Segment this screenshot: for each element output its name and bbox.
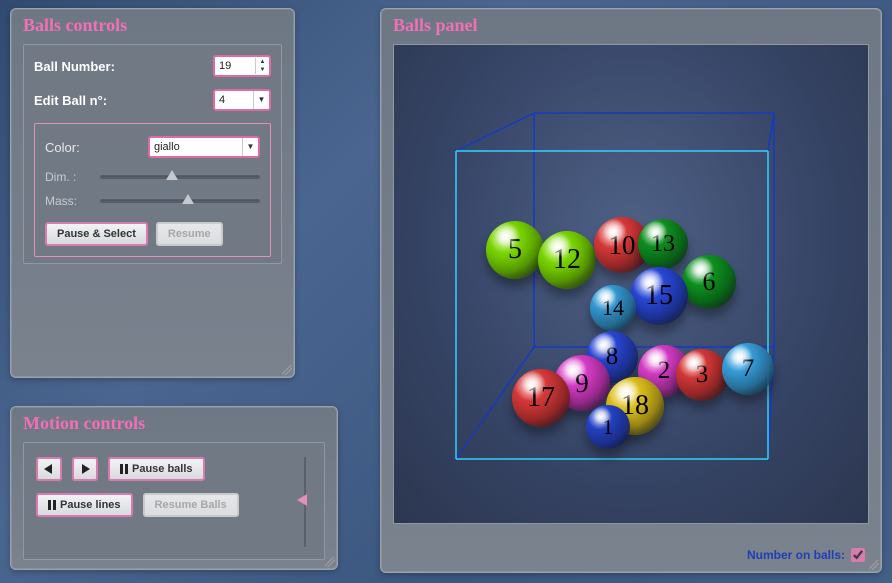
number-on-balls-label: Number on balls:	[747, 548, 845, 562]
edit-ball-value: 4	[215, 94, 253, 106]
resume-button: Resume	[156, 222, 223, 246]
balls-controls-panel: Balls controls Ball Number: 19 ▲ ▼ Edit …	[10, 8, 295, 378]
chevron-down-icon[interactable]: ▼	[253, 91, 269, 109]
number-on-balls-row: Number on balls:	[747, 548, 865, 562]
ball-number-label: Ball Number:	[34, 59, 213, 74]
edit-ball-row: Edit Ball n°: 4 ▼	[34, 89, 271, 111]
resume-balls-label: Resume Balls	[155, 499, 227, 511]
ball[interactable]: 12	[538, 231, 596, 289]
ball[interactable]: 3	[676, 349, 728, 401]
pause-balls-label: Pause balls	[132, 463, 193, 475]
triangle-right-icon	[80, 464, 90, 474]
spinner-down-icon[interactable]: ▼	[256, 66, 269, 74]
resize-grip-icon[interactable]	[325, 557, 335, 567]
mass-slider[interactable]	[100, 199, 260, 203]
color-select[interactable]: giallo ▼	[148, 136, 260, 158]
balls-panel: Balls panel 5121013615148237917181 Numbe…	[380, 8, 882, 573]
balls-panel-title: Balls panel	[381, 9, 881, 44]
edit-ball-select[interactable]: 4 ▼	[213, 89, 271, 111]
color-row: Color: giallo ▼	[45, 136, 260, 158]
ball[interactable]: 13	[638, 219, 688, 269]
color-value: giallo	[150, 141, 242, 153]
pause-icon	[120, 464, 128, 474]
pause-icon	[48, 500, 56, 510]
triangle-left-icon	[44, 464, 54, 474]
balls-canvas[interactable]: 5121013615148237917181	[393, 44, 869, 524]
ball-number-row: Ball Number: 19 ▲ ▼	[34, 55, 271, 77]
resume-label: Resume	[168, 228, 211, 240]
ball-number-spinner[interactable]: 19 ▲ ▼	[213, 55, 271, 77]
ball-number-value: 19	[215, 60, 255, 72]
ball[interactable]: 17	[512, 369, 570, 427]
ball[interactable]: 7	[722, 343, 774, 395]
speed-slider[interactable]	[298, 457, 312, 547]
motion-buttons-area: Pause balls Pause lines Resume Balls	[36, 457, 282, 547]
pause-select-button[interactable]: Pause & Select	[45, 222, 148, 246]
color-label: Color:	[45, 140, 148, 155]
chevron-down-icon[interactable]: ▼	[242, 138, 258, 156]
dim-slider-thumb[interactable]	[166, 170, 178, 180]
resume-balls-button: Resume Balls	[143, 493, 239, 517]
pause-select-label: Pause & Select	[57, 228, 136, 240]
dim-slider[interactable]	[100, 175, 260, 179]
motion-controls-body: Pause balls Pause lines Resume Balls	[23, 442, 325, 560]
resize-grip-icon[interactable]	[869, 560, 879, 570]
pause-balls-button[interactable]: Pause balls	[108, 457, 205, 481]
mass-slider-thumb[interactable]	[182, 194, 194, 204]
ball[interactable]: 6	[682, 255, 736, 309]
balls-controls-title: Balls controls	[11, 9, 294, 44]
pause-lines-button[interactable]: Pause lines	[36, 493, 133, 517]
edit-ball-label: Edit Ball n°:	[34, 93, 213, 108]
dim-row: Dim. :	[45, 170, 260, 184]
spinner-up-icon[interactable]: ▲	[256, 58, 269, 66]
motion-controls-panel: Motion controls Pause balls Pause lines	[10, 406, 338, 570]
resize-grip-icon[interactable]	[282, 365, 292, 375]
mass-label: Mass:	[45, 194, 100, 208]
edit-buttons-row: Pause & Select Resume	[45, 222, 260, 246]
ball[interactable]: 15	[630, 267, 688, 325]
number-on-balls-checkbox[interactable]	[851, 548, 865, 562]
mass-row: Mass:	[45, 194, 260, 208]
step-back-button[interactable]	[36, 457, 62, 481]
ball[interactable]: 5	[486, 221, 544, 279]
balls-controls-body: Ball Number: 19 ▲ ▼ Edit Ball n°: 4 ▼ Co…	[23, 44, 282, 264]
pause-lines-label: Pause lines	[60, 499, 121, 511]
speed-slider-thumb[interactable]	[297, 494, 307, 506]
ball[interactable]: 14	[590, 285, 636, 331]
spinner-arrows: ▲ ▼	[255, 58, 269, 74]
motion-row-2: Pause lines Resume Balls	[36, 493, 282, 517]
motion-controls-title: Motion controls	[11, 407, 337, 442]
step-forward-button[interactable]	[72, 457, 98, 481]
ball-edit-subgroup: Color: giallo ▼ Dim. : Mass:	[34, 123, 271, 257]
motion-row-1: Pause balls	[36, 457, 282, 481]
ball[interactable]: 1	[586, 405, 630, 449]
dim-label: Dim. :	[45, 170, 100, 184]
